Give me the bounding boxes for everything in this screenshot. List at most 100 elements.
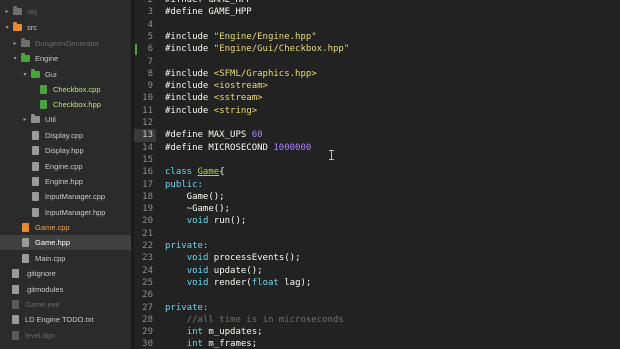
code-line[interactable]: 11 #include <string>	[134, 105, 620, 117]
file-inputmanager-cpp[interactable]: InputManager.cpp	[0, 189, 131, 204]
code-line[interactable]: 21	[134, 228, 620, 240]
file-inputmanager-hpp[interactable]: InputManager.hpp	[0, 205, 131, 220]
folder-icon	[31, 114, 40, 123]
line-number: 14	[142, 142, 153, 153]
file-icon	[12, 269, 19, 278]
file-game-hpp[interactable]: Game.hpp	[0, 235, 131, 250]
tree-item-label: Engine.hpp	[45, 177, 83, 186]
code-line[interactable]: 15	[134, 154, 620, 166]
line-number: 20	[142, 216, 153, 227]
line-number: 9	[147, 81, 153, 92]
file-icon	[22, 238, 29, 247]
code-line[interactable]: 20 void run();	[134, 215, 620, 227]
file-display-hpp[interactable]: Display.hpp	[0, 143, 131, 158]
code-line[interactable]: 10 #include <sstream>	[134, 92, 620, 104]
code-line[interactable]: 23 void processEvents();	[134, 252, 620, 264]
tree-item-label: Main.cpp	[35, 254, 66, 263]
file-engine-cpp[interactable]: Engine.cpp	[0, 159, 131, 174]
file-gitmodules[interactable]: .gitmodules	[0, 282, 131, 297]
code-line[interactable]: 7	[134, 56, 620, 68]
tree-item-label: .gitignore	[25, 269, 56, 278]
code-line[interactable]: 12	[134, 117, 620, 129]
code-token: #include	[165, 31, 214, 42]
file-engine-hpp[interactable]: Engine.hpp	[0, 174, 131, 189]
file-game-exe[interactable]: Game.exe	[0, 297, 131, 312]
code-text: #include <SFML/Graphics.hpp>	[165, 68, 317, 80]
tree-item-label: InputManager.hpp	[45, 208, 106, 217]
chevron-down-icon[interactable]: ▾	[22, 71, 28, 78]
code-line[interactable]: 24 void update();	[134, 265, 620, 277]
code-line[interactable]: 6 #include "Engine/Gui/Checkbox.hpp"	[134, 43, 620, 56]
file-gitignore[interactable]: .gitignore	[0, 266, 131, 281]
file-ld-engine-todo-txt[interactable]: LD Engine TODO.txt	[0, 312, 131, 327]
code-token: #ifndef GAME_HPP	[165, 0, 252, 5]
code-line[interactable]: 27 private:	[134, 302, 620, 314]
line-number: 7	[147, 56, 153, 67]
code-line[interactable]: 16 class Game{	[134, 166, 620, 178]
code-token: "Engine/Engine.hpp"	[213, 31, 317, 42]
file-main-cpp[interactable]: Main.cpp	[0, 251, 131, 266]
code-editor[interactable]: 2 #ifndef GAME_HPP 3 #define GAME_HPP 4 5 #inc…	[134, 0, 620, 349]
code-token: <sstream>	[213, 93, 263, 104]
line-number: 4	[147, 19, 153, 30]
folder-obj[interactable]: ▸ obj	[0, 4, 131, 19]
code-token: //all time is in microseconds	[165, 314, 344, 325]
folder-icon	[13, 22, 22, 31]
folder-engine[interactable]: ▾ Engine	[0, 51, 131, 66]
line-number: 6	[147, 44, 153, 55]
file-icon	[32, 177, 39, 186]
code-line[interactable]: 28 //all time is in microseconds	[134, 314, 620, 326]
line-number: 16	[142, 167, 153, 178]
folder-util[interactable]: ▸ Util	[0, 112, 131, 127]
tree-item-label: Display.hpp	[45, 146, 84, 155]
code-line[interactable]: 17 public:	[134, 179, 620, 191]
folder-gui[interactable]: ▾ Gui	[0, 67, 131, 82]
code-token: m_frames;	[202, 339, 258, 349]
folder-src[interactable]: ▾ src	[0, 20, 131, 35]
code-line[interactable]: 29 int m_updates;	[134, 326, 620, 338]
code-line[interactable]: 13 #define MAX_UPS 60	[134, 129, 620, 142]
code-line[interactable]: 18 Game();	[134, 191, 620, 203]
chevron-right-icon[interactable]: ▸	[22, 116, 28, 123]
code-token: void	[186, 216, 209, 227]
chevron-down-icon[interactable]: ▾	[4, 24, 10, 31]
code-line[interactable]: 8 #include <SFML/Graphics.hpp>	[134, 68, 620, 80]
chevron-right-icon[interactable]: ▸	[12, 40, 18, 47]
code-line[interactable]: 22 private:	[134, 240, 620, 252]
file-icon	[32, 162, 39, 171]
code-line[interactable]: 25 void render(float lag);	[134, 277, 620, 289]
line-number: 22	[142, 241, 153, 251]
file-game-cpp[interactable]: Game.cpp	[0, 220, 131, 235]
code-token: #include	[165, 93, 214, 104]
line-number: 28	[142, 314, 153, 325]
file-icon	[12, 331, 19, 340]
code-line[interactable]: 3 #define GAME_HPP	[134, 6, 620, 18]
code-line[interactable]: 30 int m_frames;	[134, 338, 620, 349]
code-token: #define GAME_HPP	[165, 7, 252, 18]
folder-dungeongenerator[interactable]: ▸ DungeonGenerator	[0, 36, 131, 51]
file-icon	[32, 131, 39, 140]
code-token: Game();	[165, 191, 225, 202]
code-line[interactable]: 14 #define MICROSECOND 1000000	[134, 142, 620, 154]
file-checkbox-hpp[interactable]: Checkbox.hpp	[0, 97, 131, 112]
code-line[interactable]: 5 #include "Engine/Engine.hpp"	[134, 31, 620, 43]
file-display-cpp[interactable]: Display.cpp	[0, 128, 131, 143]
file-icon	[32, 192, 39, 201]
code-text: #include "Engine/Gui/Checkbox.hpp"	[165, 43, 349, 55]
line-number: 15	[142, 154, 153, 165]
file-icon	[12, 315, 19, 324]
code-token: update();	[208, 265, 263, 276]
file-level-dgn[interactable]: level.dgn	[0, 328, 131, 343]
code-line[interactable]: 9 #include <iostream>	[134, 80, 620, 92]
chevron-right-icon[interactable]: ▸	[4, 8, 10, 15]
chevron-down-icon[interactable]: ▾	[12, 55, 18, 62]
code-line[interactable]: 4	[134, 19, 620, 31]
code-token: <iostream>	[213, 81, 268, 92]
file-checkbox-cpp[interactable]: Checkbox.cpp	[0, 82, 131, 97]
code-token: lag);	[278, 277, 312, 288]
code-line[interactable]: 26	[134, 289, 620, 301]
code-line[interactable]: 19 ~Game();	[134, 203, 620, 215]
